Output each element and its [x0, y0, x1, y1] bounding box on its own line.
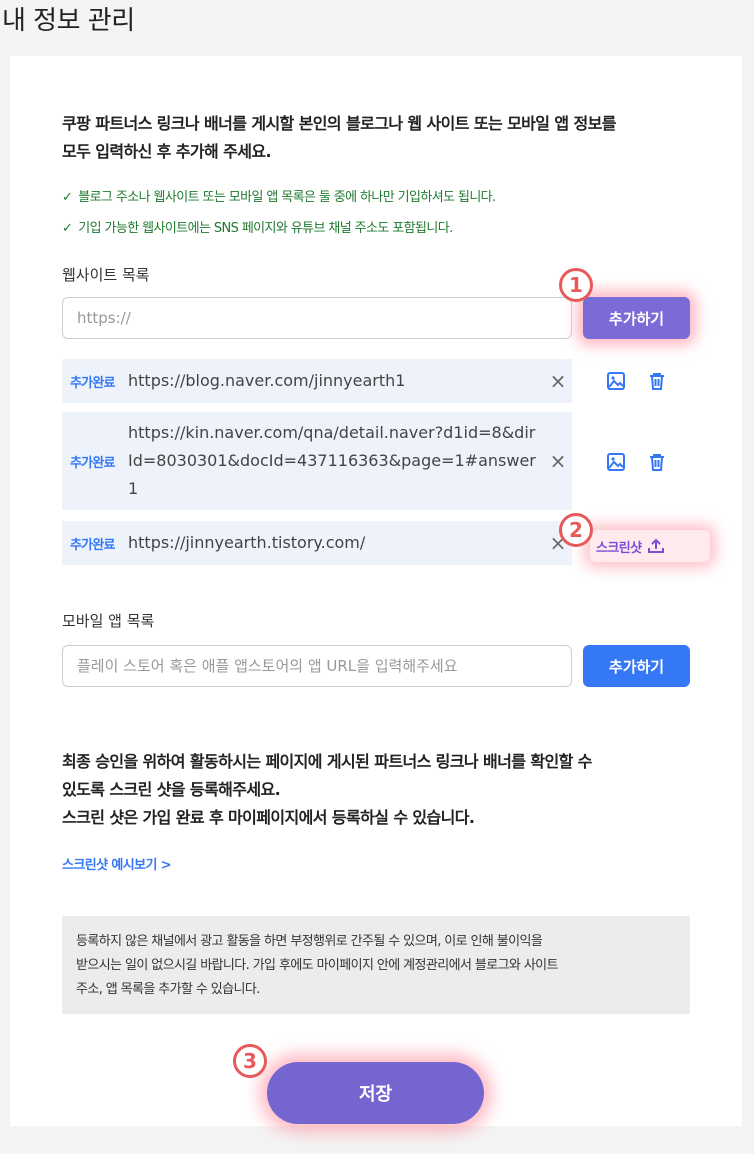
website-item: 추가완료 https://blog.naver.com/jinnyearth1 …	[62, 359, 572, 403]
check-icon: ✓	[62, 221, 73, 236]
website-url-input[interactable]	[62, 297, 572, 339]
check-note-text: 블로그 주소나 웹사이트 또는 모바일 앱 목록은 둘 중에 하나만 기입하셔도…	[78, 190, 496, 205]
website-list-label: 웹사이트 목록	[62, 266, 150, 284]
add-website-button[interactable]: 추가하기	[583, 297, 690, 339]
add-mobile-app-button[interactable]: 추가하기	[583, 645, 690, 687]
notice-line-2: 있도록 스크린 샷을 등록해주세요.	[62, 780, 281, 799]
info-line-2: 받으시는 일이 없으시길 바랍니다. 가입 후에도 마이페이지 안에 계정관리에…	[76, 958, 559, 973]
screenshot-upload-label: 스크린샷	[596, 540, 642, 556]
save-button[interactable]: 저장	[267, 1062, 484, 1124]
website-item: 추가완료 https://kin.naver.com/qna/detail.na…	[62, 412, 572, 510]
intro-line-2: 모두 입력하신 후 추가해 주세요.	[62, 142, 272, 161]
check-note-2: ✓ 기입 가능한 웹사이트에는 SNS 페이지와 유튜브 채널 주소도 포함됩니다…	[62, 217, 453, 236]
step-marker-3: 3	[233, 1044, 267, 1078]
website-item-url: https://jinnyearth.tistory.com/	[128, 533, 366, 552]
mobile-app-url-input[interactable]	[62, 645, 572, 687]
check-note-1: ✓ 블로그 주소나 웹사이트 또는 모바일 앱 목록은 둘 중에 하나만 기입하셔…	[62, 186, 496, 205]
website-item-url: https://blog.naver.com/jinnyearth1	[128, 371, 406, 390]
website-item-url: https://kin.naver.com/qna/detail.naver?d…	[128, 423, 536, 498]
added-badge: 추가완료	[70, 455, 115, 471]
step-marker-1: 1	[559, 268, 593, 302]
check-icon: ✓	[62, 190, 73, 205]
step-marker-2: 2	[559, 513, 593, 547]
info-line-1: 등록하지 않은 채널에서 광고 활동을 하면 부정행위로 간주될 수 있으며, …	[76, 934, 543, 949]
screenshot-example-link[interactable]: 스크린샷 예시보기 >	[62, 854, 172, 873]
trash-icon[interactable]	[646, 370, 668, 392]
upload-icon	[648, 538, 665, 553]
mobile-app-list-label: 모바일 앱 목록	[62, 612, 155, 630]
screenshot-upload-button[interactable]: 스크린샷	[590, 530, 710, 562]
added-badge: 추가완료	[70, 537, 115, 553]
page-title: 내 정보 관리	[2, 6, 135, 36]
check-note-text: 기입 가능한 웹사이트에는 SNS 페이지와 유튜브 채널 주소도 포함됩니다.	[78, 221, 453, 236]
added-badge: 추가완료	[70, 375, 115, 391]
notice-line-1: 최종 승인을 위하여 활동하시는 페이지에 게시된 파트너스 링크나 배너를 확…	[62, 752, 592, 771]
image-icon[interactable]	[605, 370, 627, 392]
trash-icon[interactable]	[646, 451, 668, 473]
intro-line-1: 쿠팡 파트너스 링크나 배너를 게시할 본인의 블로그나 웹 사이트 또는 모바…	[62, 114, 616, 133]
close-icon[interactable]: ×	[544, 449, 572, 473]
close-icon[interactable]: ×	[544, 369, 572, 393]
intro-text: 쿠팡 파트너스 링크나 배너를 게시할 본인의 블로그나 웹 사이트 또는 모바…	[62, 110, 702, 166]
screenshot-notice: 최종 승인을 위하여 활동하시는 페이지에 게시된 파트너스 링크나 배너를 확…	[62, 748, 702, 832]
info-box: 등록하지 않은 채널에서 광고 활동을 하면 부정행위로 간주될 수 있으며, …	[62, 916, 690, 1014]
website-item: 추가완료 https://jinnyearth.tistory.com/ ×	[62, 521, 572, 565]
info-line-3: 주소, 앱 목록을 추가할 수 있습니다.	[76, 982, 260, 997]
image-icon[interactable]	[605, 451, 627, 473]
notice-line-3: 스크린 샷은 가입 완료 후 마이페이지에서 등록하실 수 있습니다.	[62, 808, 475, 827]
